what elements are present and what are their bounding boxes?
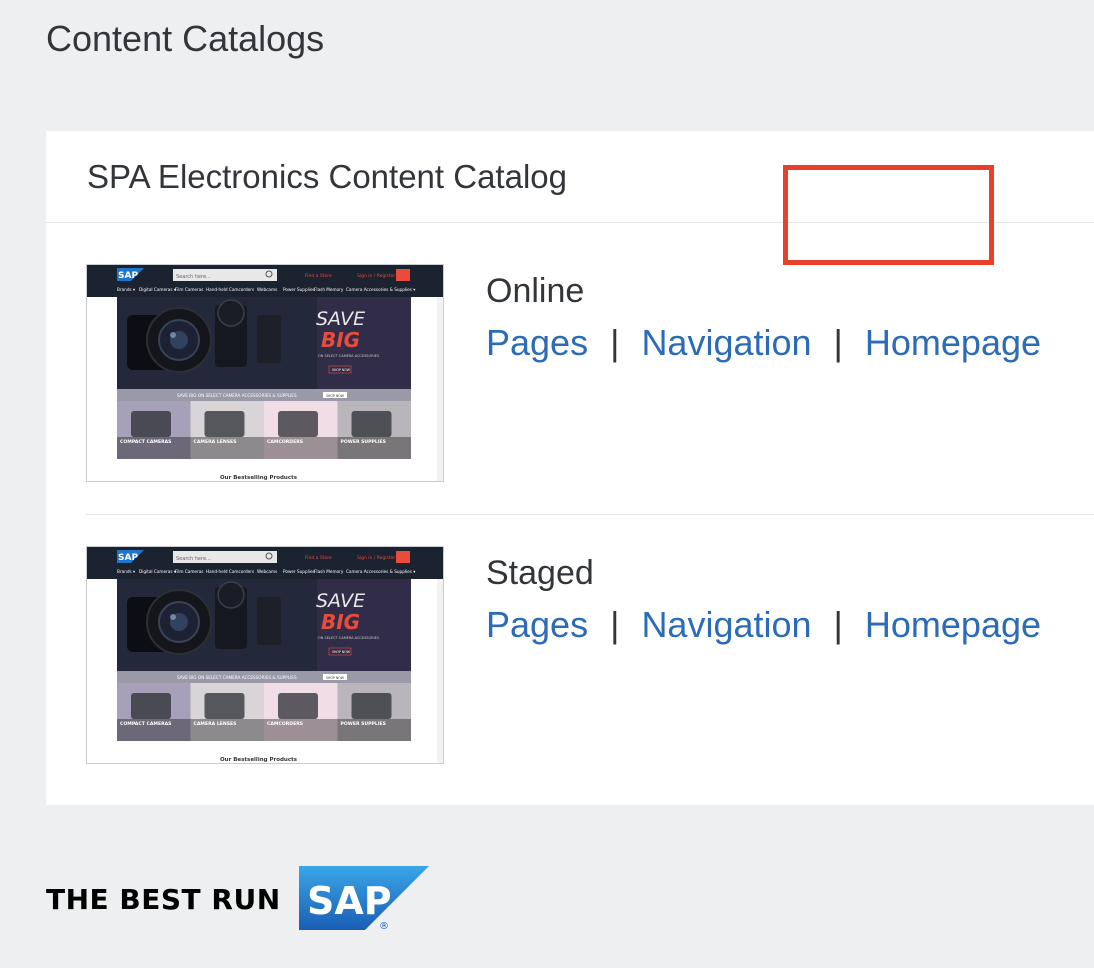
version-name: Staged	[486, 554, 594, 592]
thumb-category-label: COMPACT CAMERAS	[120, 439, 172, 445]
thumb-hero-sub: ON SELECT CAMERA ACCESSORIES	[318, 636, 380, 640]
thumb-nav-item: Power Supplies	[283, 287, 315, 292]
thumb-search-placeholder: Search here...	[176, 556, 211, 562]
link-separator: |	[610, 322, 620, 363]
thumb-hero-sub: ON SELECT CAMERA ACCESSORIES	[318, 354, 380, 358]
thumb-nav-item: Power Supplies	[283, 569, 315, 574]
thumb-category-label: POWER SUPPLIES	[341, 721, 386, 727]
thumb-nav-item: Digital Cameras ▾	[139, 569, 177, 574]
thumb-nav-item: Camera Accessories & Supplies ▾	[346, 287, 416, 292]
thumb-hero-button-label: SHOP NOW	[332, 368, 351, 372]
catalog-version-staged: SAP Search here... Find a Store Sign in / R…	[86, 514, 1094, 796]
thumb-cart-icon	[396, 551, 410, 563]
thumb-nav-item: Flash Memory	[314, 569, 344, 574]
thumb-scrollbar	[437, 297, 443, 481]
thumb-nav-item: Webcams	[257, 569, 277, 574]
thumb-nav-item: Flash Memory	[314, 287, 344, 292]
homepage-thumbnail-staged[interactable]: SAP Search here... Find a Store Sign in / R…	[86, 546, 444, 764]
thumb-search-placeholder: Search here...	[176, 274, 211, 280]
registered-mark: ®	[379, 921, 389, 932]
thumb-nav-item: Film Cameras	[175, 287, 203, 292]
thumb-signin: Sign in / Register	[357, 555, 395, 561]
homepage-highlight-box	[783, 165, 994, 265]
thumb-signin: Sign in / Register	[357, 273, 395, 279]
thumb-nav-item: Brands ▾	[117, 569, 136, 574]
thumb-nav-item: Hand-held Camcorders	[206, 569, 254, 574]
thumb-hero-button-label: SHOP NOW	[332, 650, 351, 654]
thumb-category-label: CAMERA LENSES	[194, 721, 237, 727]
link-separator: |	[833, 604, 843, 645]
sap-logo-text: SAP	[307, 879, 392, 923]
homepage-link[interactable]: Homepage	[865, 604, 1041, 645]
thumb-nav-item: Webcams	[257, 287, 277, 292]
thumb-category-label: POWER SUPPLIES	[341, 439, 386, 445]
thumb-promo-text: SAVE BIG ON SELECT CAMERA ACCESSORIES & …	[177, 393, 297, 398]
thumb-promo-button-label: SHOP NOW	[326, 394, 345, 398]
thumb-nav-item: Film Cameras	[175, 569, 203, 574]
thumb-nav-item: Digital Cameras ▾	[139, 287, 177, 292]
version-links: Pages | Navigation | Homepage	[486, 604, 1041, 646]
navigation-link[interactable]: Navigation	[641, 604, 811, 645]
thumb-store-link: Find a Store	[305, 555, 332, 561]
thumb-nav-item: Hand-held Camcorders	[206, 287, 254, 292]
thumb-hero-save: SAVE	[316, 590, 365, 612]
pages-link[interactable]: Pages	[486, 322, 588, 363]
link-separator: |	[833, 322, 843, 363]
footer-branding: THE BEST RUN SAP ®	[46, 866, 429, 932]
thumb-bestsellers-heading: Our Bestselling Products	[220, 757, 298, 763]
thumb-category-label: CAMCORDERS	[267, 721, 303, 727]
thumb-promo-text: SAVE BIG ON SELECT CAMERA ACCESSORIES & …	[177, 675, 297, 680]
thumb-scrollbar	[437, 579, 443, 763]
thumb-category-label: COMPACT CAMERAS	[120, 721, 172, 727]
thumb-store-link: Find a Store	[305, 273, 332, 279]
footer-tagline: THE BEST RUN	[46, 882, 281, 916]
navigation-link[interactable]: Navigation	[641, 322, 811, 363]
catalog-version-online: SAP Search here... Find a Store Sign in / R…	[86, 232, 1094, 514]
thumb-cart-icon	[396, 269, 410, 281]
link-separator: |	[610, 604, 620, 645]
version-links: Pages | Navigation | Homepage	[486, 322, 1041, 364]
pages-link[interactable]: Pages	[486, 604, 588, 645]
thumb-nav-item: Brands ▾	[117, 287, 136, 292]
thumb-nav-item: Camera Accessories & Supplies ▾	[346, 569, 416, 574]
thumb-category-label: CAMCORDERS	[267, 439, 303, 445]
sap-logo: SAP ®	[298, 866, 429, 932]
thumb-hero-big: BIG	[321, 610, 360, 634]
homepage-link[interactable]: Homepage	[865, 322, 1041, 363]
thumb-bestsellers-heading: Our Bestselling Products	[220, 475, 298, 481]
homepage-thumbnail-online[interactable]: SAP Search here... Find a Store Sign in / R…	[86, 264, 444, 482]
thumb-brand: SAP	[118, 553, 138, 563]
thumb-hero-big: BIG	[321, 328, 360, 352]
thumb-hero-save: SAVE	[316, 308, 365, 330]
thumb-promo-button-label: SHOP NOW	[326, 676, 345, 680]
thumb-brand: SAP	[118, 271, 138, 281]
version-name: Online	[486, 272, 585, 310]
thumb-category-label: CAMERA LENSES	[194, 439, 237, 445]
page-title: Content Catalogs	[46, 18, 325, 59]
